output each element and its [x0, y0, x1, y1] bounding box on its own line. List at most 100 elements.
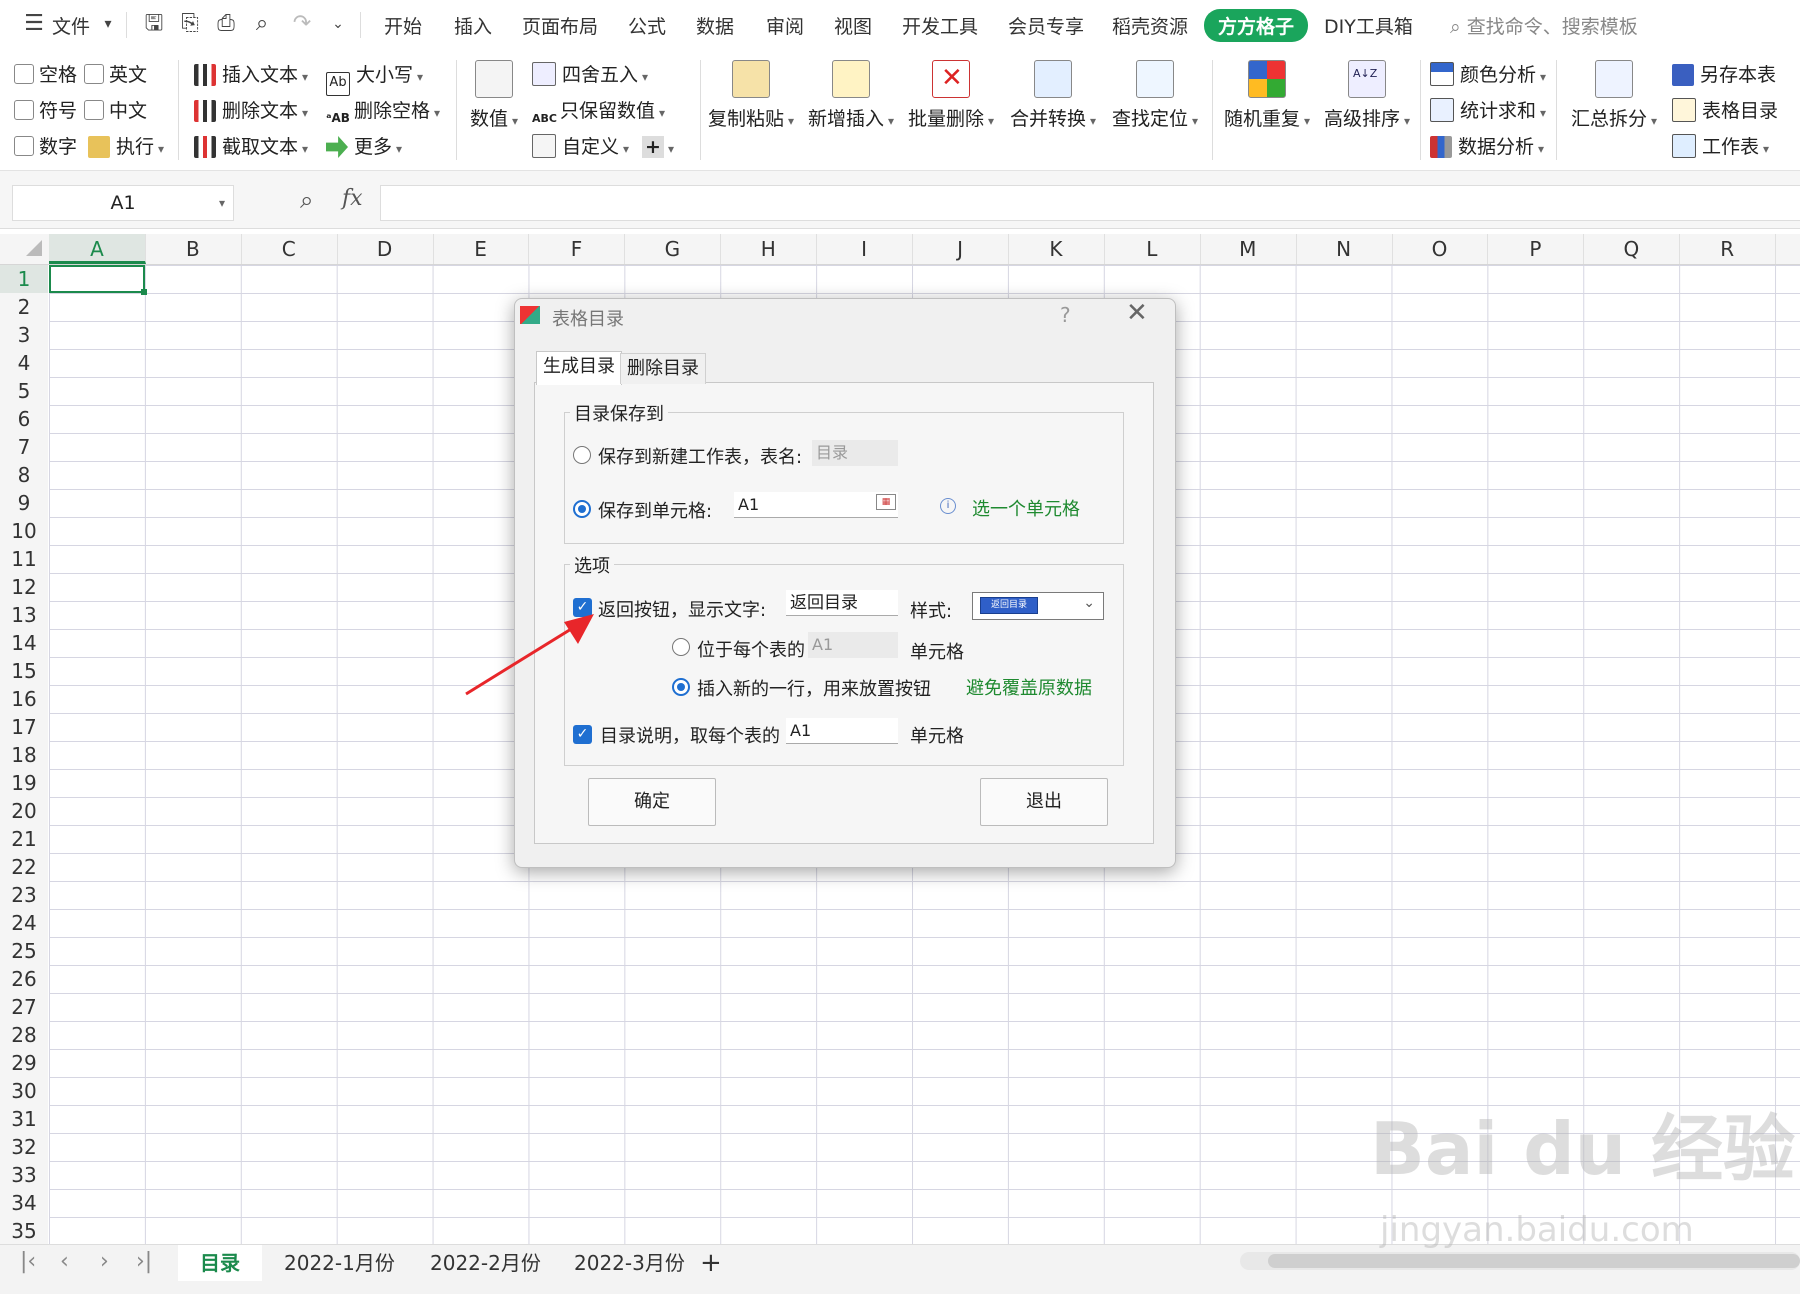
check-symbol[interactable]: 符号: [14, 98, 77, 124]
row-header[interactable]: 25: [0, 937, 48, 966]
formula-input[interactable]: [380, 185, 1800, 221]
cell-picker-icon[interactable]: ▦: [876, 494, 896, 510]
desc-cell-input[interactable]: A1: [786, 718, 898, 744]
row-header[interactable]: 4: [0, 349, 48, 378]
print-preview-icon[interactable]: ⌕: [250, 12, 274, 36]
column-header[interactable]: A: [49, 234, 146, 264]
column-header[interactable]: B: [145, 234, 242, 264]
row-header[interactable]: 30: [0, 1077, 48, 1106]
row-header[interactable]: 24: [0, 909, 48, 938]
sheet-tab-mar[interactable]: 2022-3月份: [552, 1245, 707, 1281]
summary-split-button[interactable]: 汇总拆分: [1566, 60, 1662, 131]
column-header[interactable]: R: [1679, 234, 1777, 264]
save-sheet-button[interactable]: 另存本表: [1672, 62, 1776, 88]
tab-generate-catalog[interactable]: 生成目录: [536, 351, 622, 385]
column-header[interactable]: L: [1104, 234, 1201, 264]
round-button[interactable]: 四舍五入: [532, 62, 648, 90]
column-header[interactable]: G: [624, 234, 722, 264]
tab-formula[interactable]: 公式: [628, 12, 666, 39]
tab-insert[interactable]: 插入: [454, 12, 492, 39]
tab-page-layout[interactable]: 页面布局: [522, 12, 598, 39]
tab-data[interactable]: 数据: [696, 12, 734, 39]
back-button-text-input[interactable]: 返回目录: [786, 590, 898, 616]
row-header[interactable]: 19: [0, 769, 48, 798]
add-button[interactable]: +: [642, 134, 674, 162]
sheet-tab-jan[interactable]: 2022-1月份: [262, 1245, 417, 1281]
hamburger-icon[interactable]: ☰: [22, 12, 46, 36]
column-header[interactable]: P: [1488, 234, 1585, 264]
check-chinese[interactable]: 中文: [84, 98, 147, 124]
name-box[interactable]: A1 ▾: [12, 185, 234, 221]
checkbox-catalog-desc[interactable]: ✓: [573, 725, 592, 744]
extract-text-button[interactable]: 截取文本: [194, 134, 308, 162]
column-header[interactable]: O: [1392, 234, 1489, 264]
radio-pos-each-sheet[interactable]: [672, 638, 690, 656]
row-header[interactable]: 6: [0, 405, 48, 434]
row-header[interactable]: 31: [0, 1105, 48, 1134]
chevron-down-icon[interactable]: ▾: [96, 12, 120, 36]
custom-button[interactable]: 自定义: [532, 134, 629, 162]
stat-sum-button[interactable]: 统计求和: [1430, 98, 1546, 126]
tab-delete-catalog[interactable]: 删除目录: [620, 353, 706, 384]
batch-delete-button[interactable]: ✕ 批量删除: [904, 60, 998, 131]
row-header[interactable]: 2: [0, 293, 48, 322]
tab-review[interactable]: 审阅: [766, 12, 804, 39]
row-header[interactable]: 7: [0, 433, 48, 462]
row-header[interactable]: 18: [0, 741, 48, 770]
keep-values-button[interactable]: ABC 只保留数值: [532, 98, 665, 130]
row-header[interactable]: 13: [0, 601, 48, 630]
sheet-tab-catalog[interactable]: 目录: [178, 1245, 262, 1281]
column-header[interactable]: I: [816, 234, 914, 264]
tab-member[interactable]: 会员专享: [1008, 12, 1084, 39]
file-menu[interactable]: 文件: [52, 12, 90, 39]
row-header[interactable]: 16: [0, 685, 48, 714]
case-button[interactable]: Ab 大小写: [326, 62, 423, 96]
command-search[interactable]: ⌕ 查找命令、搜索模板: [1450, 12, 1638, 39]
data-analysis-button[interactable]: 数据分析: [1430, 134, 1544, 162]
new-sheet-name-input[interactable]: 目录: [812, 440, 898, 466]
column-header[interactable]: Q: [1583, 234, 1681, 264]
random-repeat-button[interactable]: 随机重复: [1220, 60, 1314, 131]
row-header[interactable]: 23: [0, 881, 48, 910]
cell-input[interactable]: A1: [734, 492, 898, 518]
column-header[interactable]: E: [433, 234, 530, 264]
row-header[interactable]: 1: [0, 265, 48, 294]
row-header[interactable]: 33: [0, 1161, 48, 1190]
color-analysis-button[interactable]: 颜色分析: [1430, 62, 1546, 90]
zoom-search-icon[interactable]: ⌕: [300, 186, 313, 214]
select-all-corner[interactable]: [26, 240, 42, 256]
row-header[interactable]: 15: [0, 657, 48, 686]
row-header[interactable]: 27: [0, 993, 48, 1022]
ok-button[interactable]: 确定: [588, 778, 716, 826]
column-header[interactable]: D: [337, 234, 434, 264]
fx-icon[interactable]: fx: [342, 186, 363, 211]
add-sheet-button[interactable]: +: [690, 1245, 732, 1281]
row-header[interactable]: 3: [0, 321, 48, 350]
merge-convert-button[interactable]: 合并转换: [1006, 60, 1100, 131]
tab-diy-toolbox[interactable]: DIY工具箱: [1324, 12, 1413, 39]
advanced-sort-button[interactable]: A↓Z 高级排序: [1320, 60, 1414, 131]
sheet-catalog-button[interactable]: 表格目录: [1672, 98, 1778, 124]
last-sheet-icon[interactable]: ›|: [136, 1249, 152, 1274]
column-header[interactable]: M: [1200, 234, 1297, 264]
row-header[interactable]: 17: [0, 713, 48, 742]
chevron-down-icon[interactable]: ▾: [219, 186, 225, 220]
column-header[interactable]: N: [1296, 234, 1393, 264]
help-icon[interactable]: ?: [1060, 303, 1071, 327]
save-icon[interactable]: 🖫: [142, 12, 166, 36]
customize-icon[interactable]: ⌄: [326, 12, 350, 36]
column-header[interactable]: C: [241, 234, 338, 264]
find-locate-button[interactable]: 查找定位: [1108, 60, 1202, 131]
redo-icon[interactable]: ↷: [290, 12, 314, 36]
radio-save-new-sheet[interactable]: [573, 446, 591, 464]
pos-cell-input[interactable]: A1: [808, 632, 898, 658]
radio-save-to-cell[interactable]: [573, 500, 591, 518]
row-header[interactable]: 8: [0, 461, 48, 490]
row-header[interactable]: 34: [0, 1189, 48, 1218]
worksheet-button[interactable]: 工作表: [1672, 134, 1769, 162]
column-header[interactable]: J: [912, 234, 1009, 264]
row-header[interactable]: 12: [0, 573, 48, 602]
tab-docer[interactable]: 稻壳资源: [1112, 12, 1188, 39]
close-icon[interactable]: ✕: [1126, 298, 1148, 328]
row-header[interactable]: 20: [0, 797, 48, 826]
